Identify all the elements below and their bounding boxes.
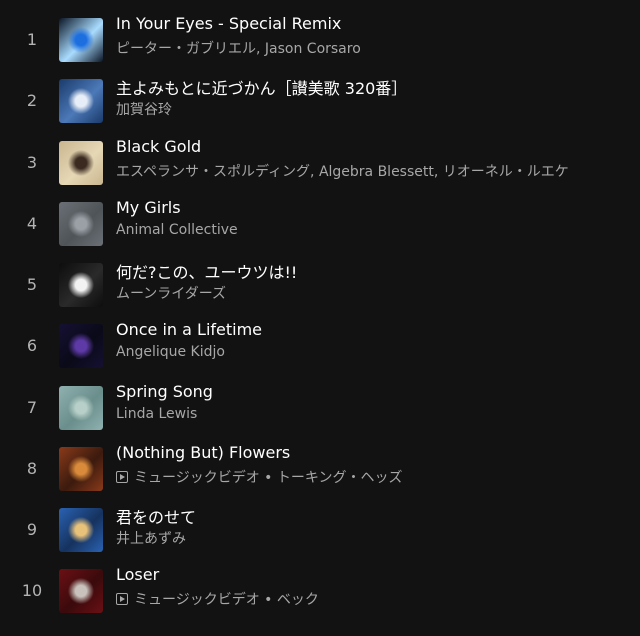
track-title[interactable]: In Your Eyes - Special Remix	[116, 14, 341, 33]
track-title[interactable]: Black Gold	[116, 137, 201, 156]
track-artist[interactable]: Angelique Kidjo	[116, 344, 225, 360]
track-artist[interactable]: Linda Lewis	[116, 406, 197, 422]
track-row[interactable]: 2 主よみもとに近づかん［讃美歌 320番］ 加賀谷玲	[0, 73, 640, 135]
album-art[interactable]	[59, 18, 103, 62]
album-art[interactable]	[59, 202, 103, 246]
track-subtitle: ミュージックビデオ • ベック	[116, 589, 319, 609]
track-number: 6	[26, 336, 38, 355]
track-subtitle: 井上あずみ	[116, 528, 186, 548]
track-title[interactable]: 何だ?この、ユーウツは!!	[116, 259, 297, 283]
track-row[interactable]: 6 Once in a Lifetime Angelique Kidjo	[0, 318, 640, 380]
track-list: 1 In Your Eyes - Special Remix ピーター・ガブリエル,…	[0, 0, 640, 636]
track-row[interactable]: 5 何だ?この、ユーウツは!! ムーンライダーズ	[0, 257, 640, 319]
track-number: 7	[26, 398, 38, 417]
track-title[interactable]: Loser	[116, 565, 159, 584]
track-title[interactable]: 君をのせて	[116, 504, 196, 528]
track-subtitle: エスペランサ・スポルディング, Algebra Blessett, リオーネル・…	[116, 161, 569, 181]
album-art[interactable]	[59, 569, 103, 613]
track-artist[interactable]: エスペランサ・スポルディング, Algebra Blessett, リオーネル・…	[116, 161, 569, 181]
track-number: 9	[26, 520, 38, 539]
track-title[interactable]: (Nothing But) Flowers	[116, 443, 290, 462]
track-subtitle: ムーンライダーズ	[116, 283, 226, 303]
track-number: 3	[26, 153, 38, 172]
track-row[interactable]: 10 Loser ミュージックビデオ • ベック	[0, 563, 640, 625]
track-row[interactable]: 9 君をのせて 井上あずみ	[0, 502, 640, 564]
track-subtitle: Angelique Kidjo	[116, 344, 225, 360]
track-subtitle: Animal Collective	[116, 222, 238, 238]
track-subtitle: ミュージックビデオ • トーキング・ヘッズ	[116, 467, 402, 487]
track-artist[interactable]: 加賀谷玲	[116, 99, 172, 119]
track-title[interactable]: Once in a Lifetime	[116, 320, 262, 339]
music-video-icon	[116, 593, 128, 605]
album-art[interactable]	[59, 447, 103, 491]
track-row[interactable]: 8 (Nothing But) Flowers ミュージックビデオ • トーキング・…	[0, 441, 640, 503]
track-subtitle: ピーター・ガブリエル, Jason Corsaro	[116, 38, 361, 58]
track-artist[interactable]: Animal Collective	[116, 222, 238, 238]
track-number: 1	[26, 30, 38, 49]
track-number: 4	[26, 214, 38, 233]
track-row[interactable]: 1 In Your Eyes - Special Remix ピーター・ガブリエル,…	[0, 12, 640, 74]
track-number: 8	[26, 459, 38, 478]
track-number: 10	[21, 581, 43, 600]
track-row[interactable]: 4 My Girls Animal Collective	[0, 196, 640, 258]
album-art[interactable]	[59, 141, 103, 185]
track-title[interactable]: Spring Song	[116, 382, 213, 401]
track-subtitle: Linda Lewis	[116, 406, 197, 422]
track-artist[interactable]: ピーター・ガブリエル, Jason Corsaro	[116, 38, 361, 58]
track-row[interactable]: 3 Black Gold エスペランサ・スポルディング, Algebra Bless…	[0, 135, 640, 197]
track-number: 5	[26, 275, 38, 294]
track-number: 2	[26, 91, 38, 110]
music-video-icon	[116, 471, 128, 483]
track-artist[interactable]: ミュージックビデオ • ベック	[134, 589, 319, 609]
track-title[interactable]: 主よみもとに近づかん［讃美歌 320番］	[116, 75, 407, 99]
album-art[interactable]	[59, 263, 103, 307]
track-artist[interactable]: 井上あずみ	[116, 528, 186, 548]
track-artist[interactable]: ムーンライダーズ	[116, 283, 226, 303]
track-subtitle: 加賀谷玲	[116, 99, 172, 119]
track-artist[interactable]: ミュージックビデオ • トーキング・ヘッズ	[134, 467, 402, 487]
album-art[interactable]	[59, 79, 103, 123]
track-row[interactable]: 7 Spring Song Linda Lewis	[0, 380, 640, 442]
track-title[interactable]: My Girls	[116, 198, 181, 217]
album-art[interactable]	[59, 386, 103, 430]
album-art[interactable]	[59, 508, 103, 552]
album-art[interactable]	[59, 324, 103, 368]
